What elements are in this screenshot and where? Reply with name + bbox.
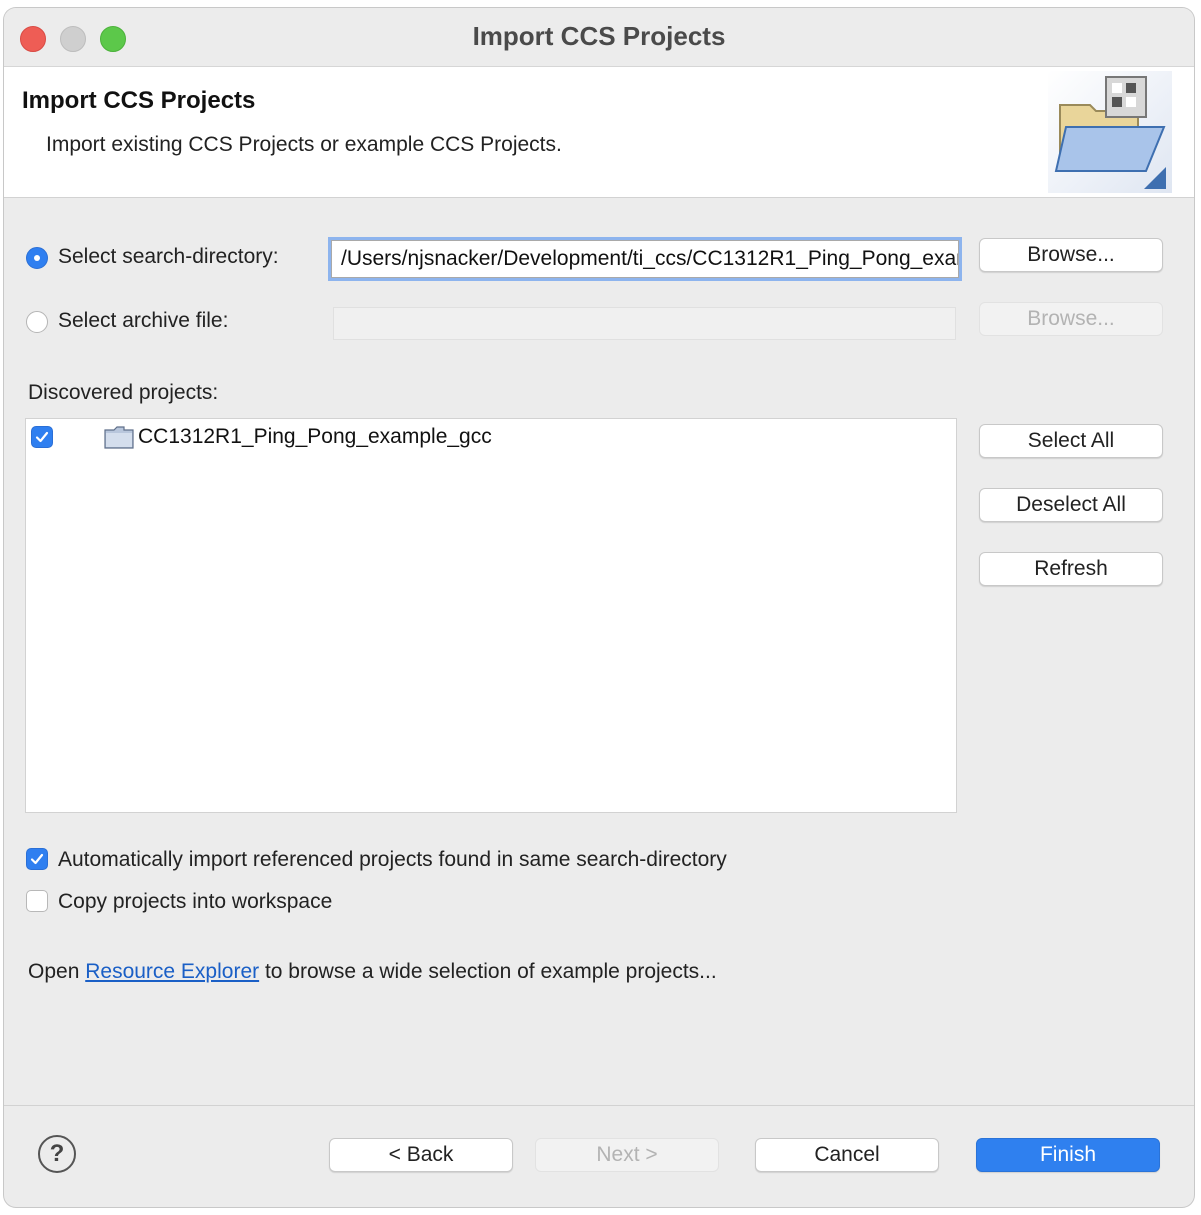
import-dialog: Import CCS Projects Import CCS Projects … [4, 8, 1194, 1207]
deselect-all-button[interactable]: Deselect All [979, 488, 1163, 522]
help-icon[interactable]: ? [38, 1135, 76, 1173]
resource-suffix: to browse a wide selection of example pr… [259, 960, 717, 983]
browse-directory-button[interactable]: Browse... [979, 238, 1163, 272]
next-button[interactable]: Next > [535, 1138, 719, 1172]
checkmark-icon [35, 431, 49, 443]
discovered-projects-label: Discovered projects: [28, 381, 219, 404]
wizard-header: Import CCS Projects Import existing CCS … [4, 67, 1194, 198]
back-button[interactable]: < Back [329, 1138, 513, 1172]
copy-projects-label: Copy projects into workspace [58, 890, 333, 913]
resource-explorer-text: Open Resource Explorer to browse a wide … [28, 960, 717, 984]
project-folder-icon [104, 426, 134, 449]
finish-button[interactable]: Finish [976, 1138, 1160, 1172]
archive-file-label: Select archive file: [58, 309, 229, 332]
window-title: Import CCS Projects [472, 21, 726, 51]
project-checkbox[interactable] [31, 426, 53, 448]
list-item[interactable]: CC1312R1_Ping_Pong_example_gcc [26, 421, 956, 455]
search-directory-label: Select search-directory: [58, 245, 279, 268]
refresh-button[interactable]: Refresh [979, 552, 1163, 586]
import-folder-icon [1048, 71, 1172, 193]
page-title: Import CCS Projects [22, 87, 256, 114]
cancel-button[interactable]: Cancel [755, 1138, 939, 1172]
select-all-button[interactable]: Select All [979, 424, 1163, 458]
project-name: CC1312R1_Ping_Pong_example_gcc [138, 425, 492, 448]
archive-file-radio[interactable] [26, 311, 48, 333]
checkmark-icon [30, 853, 44, 865]
auto-import-checkbox[interactable] [26, 848, 48, 870]
footer-divider [4, 1105, 1194, 1106]
search-directory-radio[interactable] [26, 247, 48, 269]
browse-archive-button[interactable]: Browse... [979, 302, 1163, 336]
title-bar: Import CCS Projects [4, 8, 1194, 67]
copy-projects-checkbox[interactable] [26, 890, 48, 912]
projects-list: CC1312R1_Ping_Pong_example_gcc [25, 418, 957, 813]
resource-explorer-link[interactable]: Resource Explorer [85, 960, 259, 983]
search-directory-input[interactable]: /Users/njsnacker/Development/ti_ccs/CC13… [331, 240, 959, 278]
resource-prefix: Open [28, 960, 86, 983]
archive-file-input[interactable] [333, 307, 956, 340]
page-description: Import existing CCS Projects or example … [46, 133, 562, 156]
auto-import-label: Automatically import referenced projects… [58, 848, 727, 871]
